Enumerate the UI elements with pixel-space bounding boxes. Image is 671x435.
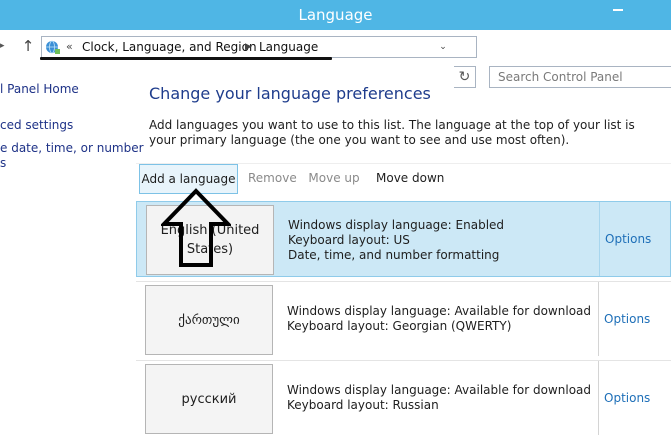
control-panel-globe-icon [46,40,60,54]
language-row-english[interactable]: English (United States) Windows display … [136,201,671,277]
sidebar-control-panel-home[interactable]: l Panel Home [0,82,79,96]
annotation-underline [40,57,332,60]
address-bar[interactable]: « Clock, Language, and Region ▶ Language… [41,36,477,58]
search-input[interactable]: Search Control Panel [489,66,671,88]
formatting-info: Date, time, and number formatting [288,248,500,262]
language-tile[interactable]: русский [145,364,273,434]
minimize-icon[interactable] [611,2,625,12]
display-language-status: Windows display language: Available for … [287,304,592,318]
display-language-status: Windows display language: Available for … [287,383,592,397]
language-toolbar: Add a language Remove Move up Move down [136,163,671,194]
column-divider [598,282,599,356]
language-row-georgian[interactable]: ქართული Windows display language: Availa… [136,281,671,357]
remove-button[interactable]: Remove [248,164,297,194]
back-arrow-icon[interactable]: ▸ [0,39,12,53]
up-arrow-icon[interactable]: ↑ [20,37,36,55]
breadcrumb-overflow[interactable]: « [66,39,73,55]
page-title: Change your language preferences [149,84,431,103]
breadcrumb-language[interactable]: Language [259,38,318,56]
add-language-button[interactable]: Add a language [139,164,238,194]
move-up-button[interactable]: Move up [308,164,360,194]
language-tile[interactable]: ქართული [145,285,273,355]
options-link[interactable]: Options [605,232,651,246]
title-bar: Language [0,0,671,30]
language-details: Windows display language: Available for … [287,304,592,334]
language-details: Windows display language: Enabled Keyboa… [288,218,588,263]
column-divider [598,361,599,435]
breadcrumb-clock-language-region[interactable]: Clock, Language, and Region [82,38,257,56]
options-link[interactable]: Options [604,312,650,326]
keyboard-layout: Keyboard layout: Russian [287,398,439,412]
keyboard-layout: Keyboard layout: US [288,233,410,247]
sidebar-date-time-number[interactable]: e date, time, or number [0,141,144,155]
column-divider [599,202,600,276]
display-language-status: Windows display language: Enabled [288,218,505,232]
chevron-right-icon[interactable]: ▶ [245,39,252,55]
refresh-icon[interactable]: ↻ [454,66,476,88]
dropdown-icon[interactable]: ⌄ [436,39,450,55]
page-description: Add languages you want to use to this li… [149,118,635,147]
language-details: Windows display language: Available for … [287,383,592,413]
language-row-russian[interactable]: русский Windows display language: Availa… [136,360,671,435]
move-down-button[interactable]: Move down [376,164,444,194]
window-title: Language [298,6,373,24]
keyboard-layout: Keyboard layout: Georgian (QWERTY) [287,319,512,333]
sidebar-advanced-settings[interactable]: ced settings [0,118,73,132]
language-tile[interactable]: English (United States) [146,205,274,275]
sidebar-date-time-number-cont[interactable]: s [0,156,6,170]
options-link[interactable]: Options [604,391,650,405]
